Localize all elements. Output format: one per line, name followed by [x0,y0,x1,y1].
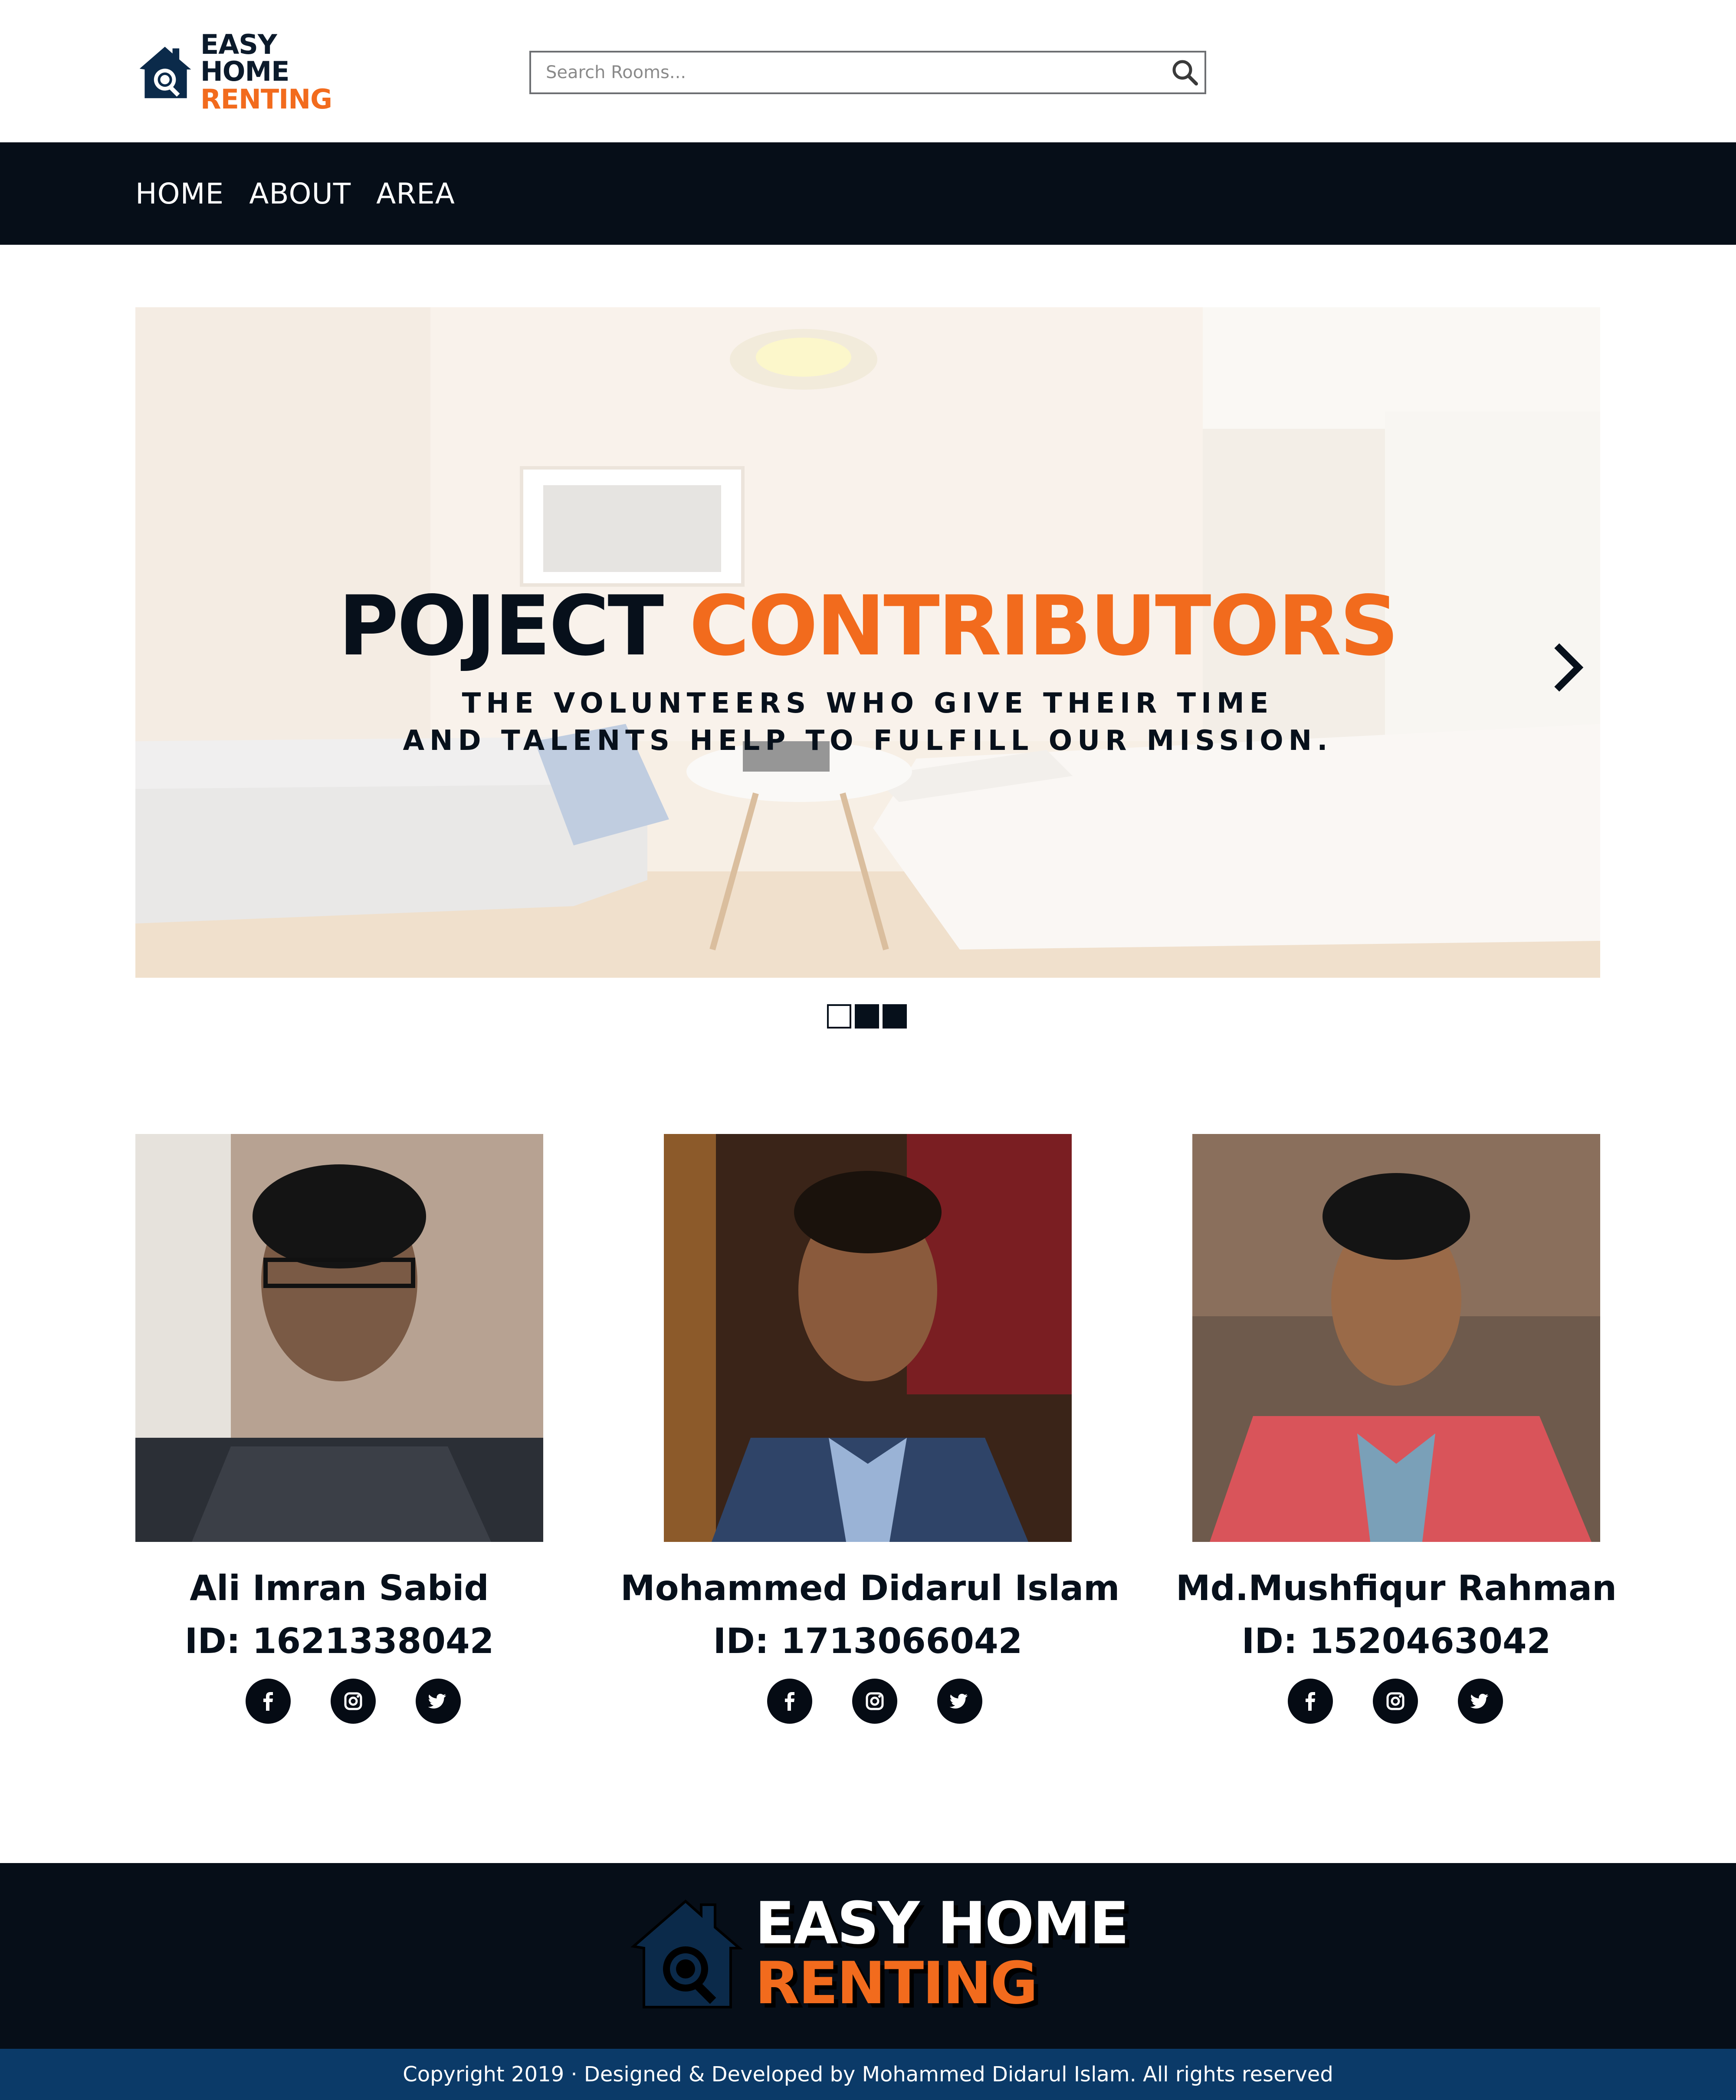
facebook-icon[interactable] [1288,1679,1333,1724]
member-photo-image [1192,1134,1600,1542]
slider-dots [827,1004,907,1029]
house-search-icon [139,46,191,99]
logo[interactable]: EASY HOME RENTING [135,31,370,113]
hero-title-part1: POJECT [338,578,664,674]
copyright-text: Copyright 2019 · Designed & Developed by… [403,2062,1333,2087]
member-card: Ali Imran Sabid ID: 1621338042 [135,1134,543,1724]
member-socials [246,1679,461,1724]
footer-logo-line1: EASY HOME [755,1890,1129,1957]
footer-logo-line2: RENTING [755,1949,1038,2017]
footer: EASY HOME RENTING [0,1863,1736,2049]
search-input[interactable] [531,53,1165,92]
twitter-icon[interactable] [1458,1679,1503,1724]
hero-title-part2: CONTRIBUTORS [689,578,1399,674]
member-name: Ali Imran Sabid [190,1568,489,1608]
chevron-right-icon [1554,643,1584,692]
nav-item-about[interactable]: ABOUT [249,177,351,210]
header: EASY HOME RENTING [0,0,1736,142]
instagram-icon[interactable] [852,1679,897,1724]
main-nav: HOME ABOUT AREA [0,142,1736,245]
house-search-icon [630,1900,743,2008]
member-name: Md.Mushfiqur Rahman [1175,1568,1617,1608]
slider-next-button[interactable] [1546,637,1589,698]
slider-dot-1[interactable] [827,1004,851,1029]
footer-logo[interactable]: EASY HOME RENTING [625,1888,1129,2018]
hero-slider: POJECT CONTRIBUTORS THE VOLUNTEERS WHO G… [135,307,1600,978]
member-photo [135,1134,543,1542]
member-socials [1288,1679,1503,1724]
member-name: Mohammed Didarul Islam [620,1568,1120,1608]
instagram-icon[interactable] [331,1679,376,1724]
hero-subtitle-line2: AND TALENTS HELP TO FULFILL OUR MISSION. [403,725,1333,757]
member-card: Md.Mushfiqur Rahman ID: 1520463042 [1176,1134,1617,1724]
instagram-icon[interactable] [1373,1679,1418,1724]
member-id: ID: 1713066042 [713,1621,1023,1661]
member-photo-image [135,1134,543,1542]
member-photo-image [664,1134,1072,1542]
search-icon[interactable] [1165,53,1204,92]
member-photo [664,1134,1072,1542]
nav-item-area[interactable]: AREA [376,177,455,210]
search-box [529,51,1206,94]
member-socials [767,1679,982,1724]
hero-subtitle-line1: THE VOLUNTEERS WHO GIVE THEIR TIME [462,687,1274,720]
copyright-bar: Copyright 2019 · Designed & Developed by… [0,2049,1736,2100]
member-id: ID: 1520463042 [1241,1621,1551,1661]
facebook-icon[interactable] [767,1679,812,1724]
logo-line1: EASY HOME [200,29,290,87]
nav-item-home[interactable]: HOME [135,177,224,210]
hero-subtitle: THE VOLUNTEERS WHO GIVE THEIR TIME AND T… [135,685,1600,759]
twitter-icon[interactable] [937,1679,982,1724]
facebook-icon[interactable] [246,1679,291,1724]
member-id: ID: 1621338042 [184,1621,494,1661]
page: EASY HOME RENTING HOME ABOUT AREA [0,0,1736,2100]
slider-dot-3[interactable] [883,1004,907,1029]
logo-line2: RENTING [200,83,332,115]
slider-dot-2[interactable] [855,1004,879,1029]
member-card: Mohammed Didarul Islam ID: 1713066042 [620,1134,1120,1724]
member-photo [1192,1134,1600,1542]
hero-title: POJECT CONTRIBUTORS [135,585,1600,667]
twitter-icon[interactable] [416,1679,461,1724]
